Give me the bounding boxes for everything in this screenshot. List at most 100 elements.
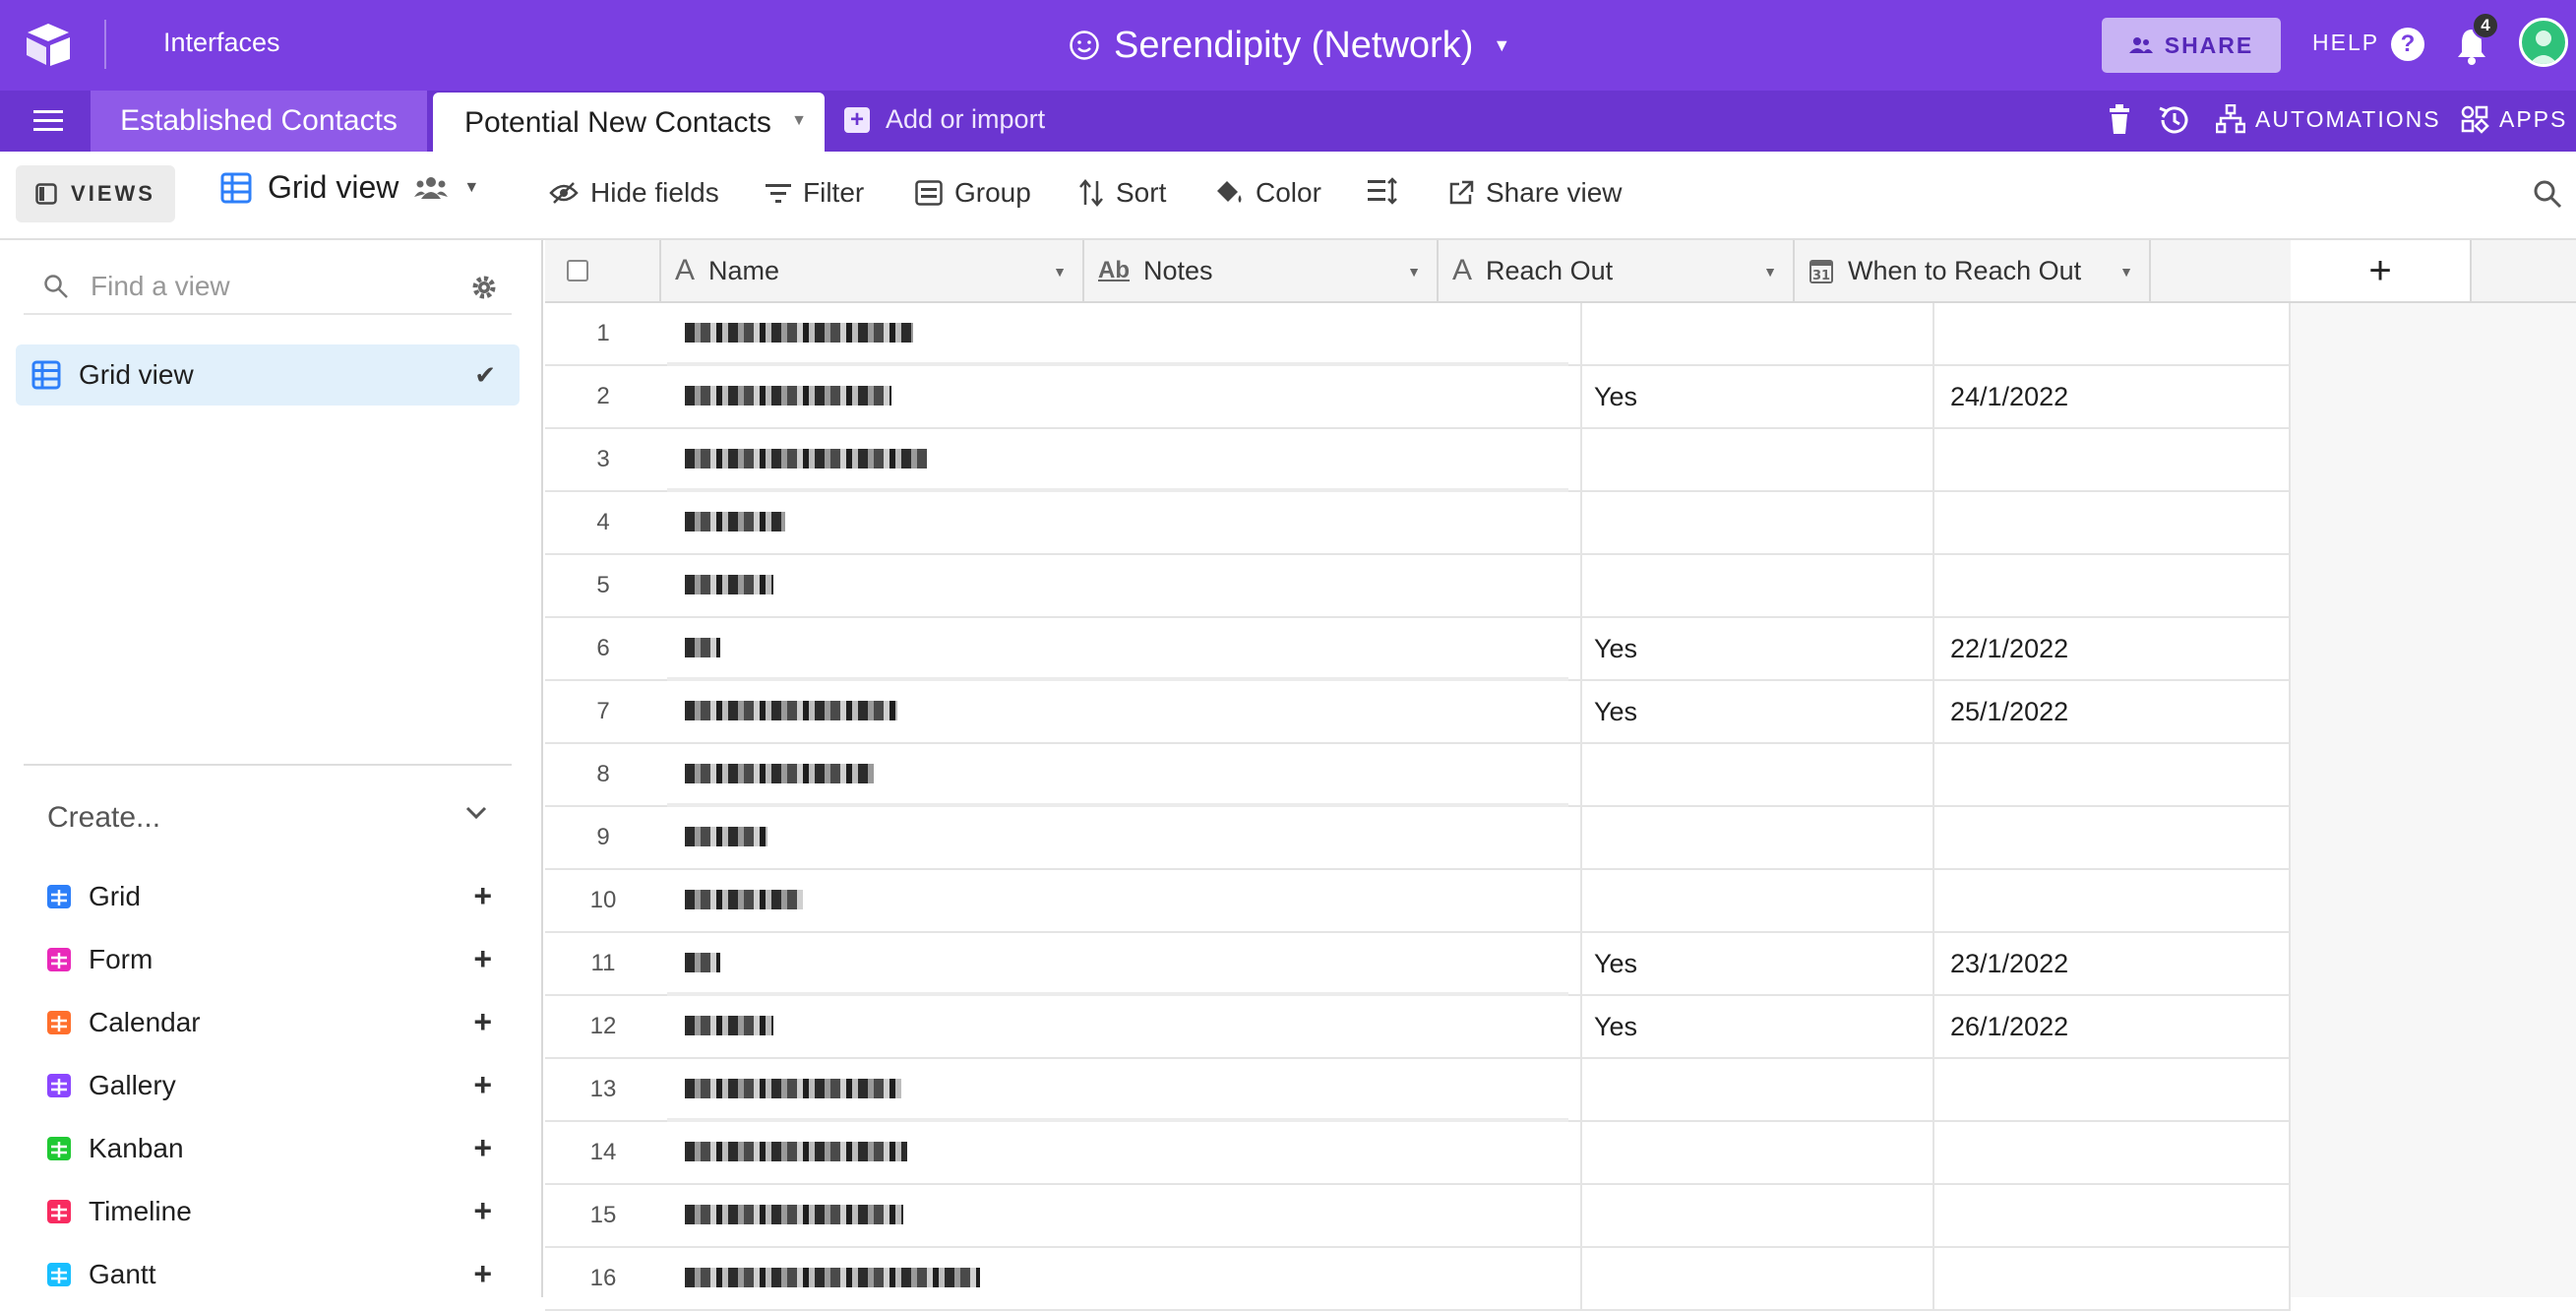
- name-cell[interactable]: [661, 1122, 1338, 1183]
- airtable-logo-icon[interactable]: [24, 22, 73, 67]
- reach-out-cell[interactable]: [1580, 807, 1934, 868]
- when-to-reach-out-cell[interactable]: [1934, 555, 2291, 616]
- plus-icon[interactable]: +: [473, 1193, 492, 1229]
- reach-out-cell[interactable]: [1580, 555, 1934, 616]
- column-header-reach-out[interactable]: A Reach Out ▼: [1439, 240, 1795, 301]
- reach-out-cell[interactable]: [1580, 303, 1934, 364]
- table-row[interactable]: 10: [545, 870, 2291, 933]
- add-or-import-button[interactable]: + Add or import: [844, 104, 1045, 135]
- when-to-reach-out-cell[interactable]: [1934, 303, 2291, 364]
- name-cell[interactable]: [661, 429, 1338, 490]
- column-header-when-to-reach-out[interactable]: 31 When to Reach Out ▼: [1795, 240, 2151, 301]
- apps-button[interactable]: APPS: [2460, 104, 2567, 134]
- select-all-checkbox[interactable]: [567, 260, 588, 281]
- name-cell[interactable]: [661, 618, 1338, 679]
- table-row[interactable]: 1: [545, 303, 2291, 370]
- create-timeline-item[interactable]: Timeline +: [47, 1187, 492, 1236]
- chevron-down-icon[interactable]: ▼: [1407, 264, 1421, 280]
- when-to-reach-out-cell[interactable]: [1934, 1122, 2291, 1183]
- reach-out-cell[interactable]: Yes: [1580, 366, 1934, 427]
- chevron-down-icon[interactable]: ▼: [791, 112, 807, 130]
- chevron-down-icon[interactable]: ▼: [1053, 264, 1067, 280]
- gear-icon[interactable]: [470, 274, 498, 301]
- table-row[interactable]: 8: [545, 744, 2291, 811]
- group-button[interactable]: Group: [915, 177, 1031, 209]
- name-cell[interactable]: [661, 1059, 1338, 1120]
- table-row[interactable]: 6 Yes 22/1/2022: [545, 618, 2291, 685]
- automations-button[interactable]: AUTOMATIONS: [2216, 104, 2441, 134]
- plus-icon[interactable]: +: [473, 1004, 492, 1040]
- name-cell[interactable]: [661, 933, 1338, 994]
- reach-out-cell[interactable]: Yes: [1580, 933, 1934, 994]
- reach-out-cell[interactable]: [1580, 1185, 1934, 1246]
- when-to-reach-out-cell[interactable]: [1934, 807, 2291, 868]
- avatar[interactable]: [2519, 18, 2568, 67]
- create-section-header[interactable]: Create...: [47, 801, 160, 835]
- when-to-reach-out-cell[interactable]: 23/1/2022: [1934, 933, 2291, 994]
- when-to-reach-out-cell[interactable]: 25/1/2022: [1934, 681, 2291, 742]
- reach-out-cell[interactable]: [1580, 870, 1934, 931]
- table-row[interactable]: 13: [545, 1059, 2291, 1126]
- name-cell[interactable]: [661, 744, 1338, 805]
- row-height-button[interactable]: [1368, 177, 1397, 205]
- history-icon[interactable]: [2157, 104, 2190, 136]
- sidebar-view-grid-view[interactable]: Grid view ✔: [16, 344, 520, 406]
- reach-out-cell[interactable]: [1580, 1122, 1934, 1183]
- plus-icon[interactable]: +: [473, 941, 492, 977]
- create-calendar-item[interactable]: Calendar +: [47, 998, 492, 1047]
- name-cell[interactable]: [661, 807, 1338, 868]
- column-header-name[interactable]: A Name ▼: [661, 240, 1084, 301]
- table-row[interactable]: 5: [545, 555, 2291, 618]
- when-to-reach-out-cell[interactable]: [1934, 492, 2291, 553]
- help-link[interactable]: HELP: [2312, 30, 2379, 56]
- share-view-button[interactable]: Share view: [1448, 177, 1623, 209]
- name-cell[interactable]: [661, 681, 1338, 742]
- add-field-button[interactable]: +: [2291, 240, 2472, 301]
- reach-out-cell[interactable]: [1580, 1059, 1934, 1120]
- name-cell[interactable]: [661, 1248, 1338, 1309]
- when-to-reach-out-cell[interactable]: [1934, 1248, 2291, 1309]
- reach-out-cell[interactable]: Yes: [1580, 681, 1934, 742]
- plus-icon[interactable]: +: [473, 878, 492, 914]
- when-to-reach-out-cell[interactable]: 22/1/2022: [1934, 618, 2291, 679]
- name-cell[interactable]: [661, 996, 1338, 1057]
- table-row[interactable]: 9: [545, 807, 2291, 870]
- table-row[interactable]: 4: [545, 492, 2291, 555]
- create-grid-item[interactable]: Grid +: [47, 872, 492, 921]
- reach-out-cell[interactable]: [1580, 492, 1934, 553]
- help-icon[interactable]: ?: [2391, 28, 2424, 61]
- sort-button[interactable]: Sort: [1078, 177, 1166, 209]
- share-button[interactable]: SHARE: [2102, 18, 2281, 73]
- when-to-reach-out-cell[interactable]: 26/1/2022: [1934, 996, 2291, 1057]
- filter-button[interactable]: Filter: [766, 177, 864, 209]
- create-kanban-item[interactable]: Kanban +: [47, 1124, 492, 1173]
- column-header-notes[interactable]: Ab Notes ▼: [1084, 240, 1439, 301]
- tab-potential-new-contacts[interactable]: Potential New Contacts ▼: [433, 93, 825, 154]
- name-cell[interactable]: [661, 303, 1338, 364]
- when-to-reach-out-cell[interactable]: [1934, 1185, 2291, 1246]
- name-cell[interactable]: [661, 1185, 1338, 1246]
- plus-icon[interactable]: +: [473, 1256, 492, 1292]
- search-icon[interactable]: [2533, 179, 2562, 209]
- reach-out-cell[interactable]: [1580, 744, 1934, 805]
- when-to-reach-out-cell[interactable]: [1934, 1059, 2291, 1120]
- table-row[interactable]: 16: [545, 1248, 2291, 1311]
- reach-out-cell[interactable]: Yes: [1580, 618, 1934, 679]
- name-cell[interactable]: [661, 870, 1338, 931]
- name-cell[interactable]: [661, 366, 1338, 427]
- color-button[interactable]: Color: [1214, 177, 1321, 209]
- when-to-reach-out-cell[interactable]: [1934, 429, 2291, 490]
- table-row[interactable]: 3: [545, 429, 2291, 496]
- chevron-down-icon[interactable]: ▼: [1763, 264, 1777, 280]
- hamburger-menu-icon[interactable]: [33, 108, 63, 134]
- reach-out-cell[interactable]: Yes: [1580, 996, 1934, 1057]
- name-cell[interactable]: [661, 492, 1338, 553]
- when-to-reach-out-cell[interactable]: 24/1/2022: [1934, 366, 2291, 427]
- plus-icon[interactable]: +: [473, 1067, 492, 1103]
- table-row[interactable]: 2 Yes 24/1/2022: [545, 366, 2291, 429]
- interfaces-link[interactable]: Interfaces: [163, 28, 280, 58]
- chevron-down-icon[interactable]: ▼: [2119, 264, 2133, 280]
- table-row[interactable]: 14: [545, 1122, 2291, 1185]
- when-to-reach-out-cell[interactable]: [1934, 744, 2291, 805]
- name-cell[interactable]: [661, 555, 1338, 616]
